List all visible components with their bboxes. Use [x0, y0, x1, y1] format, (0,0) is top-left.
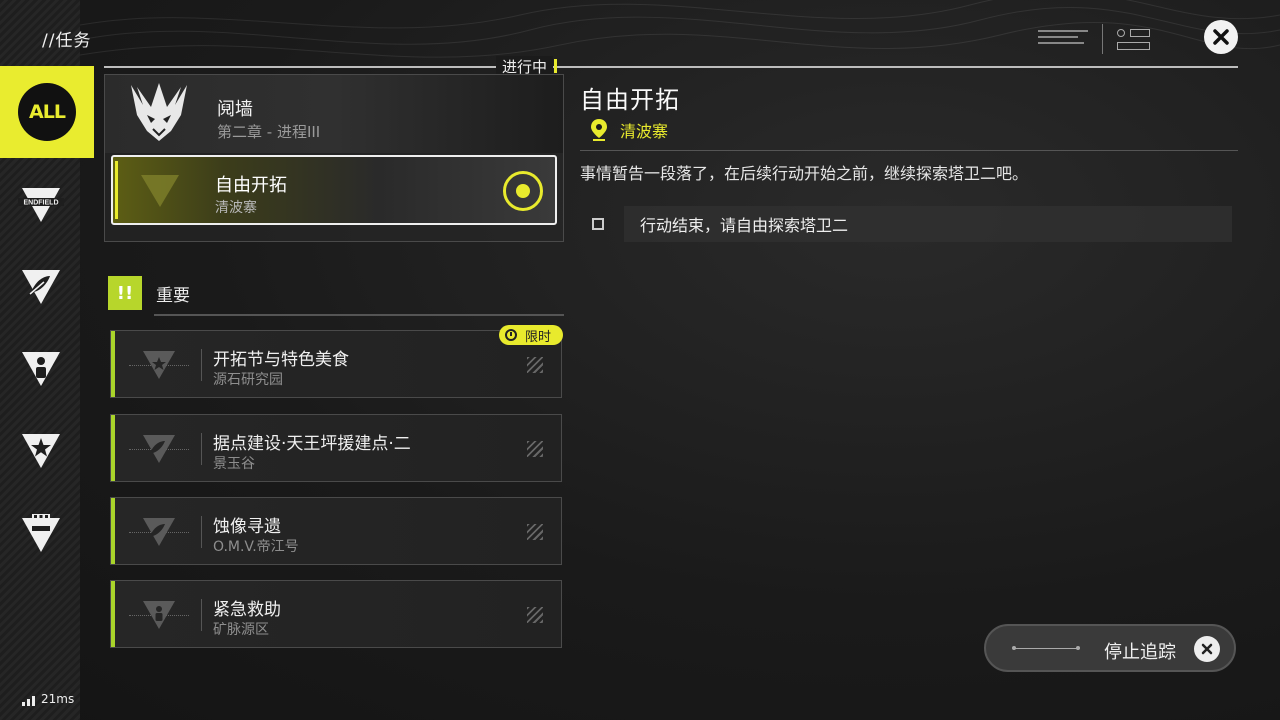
close-icon — [1194, 636, 1220, 662]
important-badge-icon: !! — [108, 276, 142, 310]
quest-title: 蚀像寻遗 — [213, 517, 281, 537]
detail-divider — [580, 150, 1238, 151]
objective-checkbox-icon — [592, 218, 604, 230]
all-icon: ALL — [18, 83, 76, 141]
divider — [201, 433, 202, 465]
nav-all[interactable]: ALL — [0, 66, 94, 158]
nav-endfield[interactable]: ENDFIELD — [18, 182, 64, 228]
quest-item[interactable]: 开拓节与特色美食 源石研究园 限时 — [110, 325, 563, 398]
objective-row: 行动结束，请自由探索塔卫二 — [592, 206, 1232, 242]
status-icons — [1117, 28, 1150, 50]
quest-location: O.M.V.帝江号 — [213, 539, 299, 555]
divider — [201, 516, 202, 548]
quest-location: 源石研究园 — [213, 372, 283, 388]
quest-item[interactable]: 蚀像寻遗 O.M.V.帝江号 — [110, 497, 562, 565]
quest-location: 矿脉源区 — [213, 622, 269, 638]
feather-icon — [22, 270, 60, 304]
system-indicators — [1038, 24, 1150, 54]
nav-featured[interactable] — [18, 428, 64, 474]
important-section-header: !! 重要 — [108, 276, 190, 310]
radar-icon — [1117, 28, 1125, 37]
divider — [1102, 24, 1103, 54]
quest-title: 据点建设·天王坪援建点·二 — [213, 434, 411, 454]
limited-time-label: 限时 — [524, 329, 551, 345]
chapter-emblem-icon — [131, 83, 187, 141]
detail-title: 自由开拓 — [580, 86, 680, 114]
quest-type-icon — [141, 175, 179, 207]
detail-location-label: 清波寨 — [620, 122, 669, 141]
quest-title: 开拓节与特色美食 — [213, 350, 349, 370]
divider — [201, 599, 202, 631]
chapter-subtitle: 第二章 - 进程III — [217, 123, 321, 141]
hatch-decoration — [527, 607, 543, 623]
limited-time-badge: 限时 — [498, 325, 563, 345]
category-sidebar: ALL ENDFIELD — [0, 0, 94, 720]
nav-construction[interactable] — [18, 510, 64, 556]
close-button[interactable] — [1204, 20, 1238, 54]
quest-type-icon — [143, 351, 175, 379]
quest-item[interactable]: 紧急救助 矿脉源区 — [110, 580, 562, 648]
important-label: 重要 — [156, 285, 190, 306]
clock-icon — [504, 329, 517, 341]
chapter-title: 阋墙 — [217, 99, 253, 120]
detail-location: 清波寨 — [590, 118, 668, 142]
quest-type-icon — [143, 435, 175, 463]
quest-type-icon — [143, 601, 175, 629]
person-icon — [22, 352, 60, 386]
active-quest-card[interactable]: 自由开拓 清波寨 — [111, 155, 557, 225]
stop-tracking-button[interactable]: 停止追踪 — [984, 624, 1236, 672]
header-divider — [104, 66, 1238, 68]
nav-character[interactable] — [18, 346, 64, 392]
section-divider — [154, 314, 564, 316]
nav-side-quests[interactable] — [18, 264, 64, 310]
page-title: //任务 — [42, 31, 92, 51]
stop-tracking-label: 停止追踪 — [1104, 642, 1176, 663]
svg-text:ENDFIELD: ENDFIELD — [24, 200, 59, 207]
hatch-decoration — [527, 357, 543, 373]
chapter-card[interactable]: 阋墙 第二章 - 进程III — [105, 75, 563, 153]
network-ping: 21ms — [22, 692, 74, 706]
signal-icon — [1117, 41, 1150, 50]
divider — [201, 349, 202, 381]
endfield-icon: ENDFIELD — [18, 188, 64, 222]
signal-bars-icon — [22, 696, 35, 706]
quest-item[interactable]: 据点建设·天王坪援建点·二 景玉谷 — [110, 414, 562, 482]
active-quest-location: 清波寨 — [215, 200, 257, 216]
quest-type-icon — [143, 518, 175, 546]
objective-text: 行动结束，请自由探索塔卫二 — [624, 206, 1232, 242]
star-icon — [22, 434, 60, 468]
ping-value: 21ms — [41, 692, 75, 706]
hatch-decoration — [527, 441, 543, 457]
battery-icon — [1130, 28, 1150, 37]
active-quest-title: 自由开拓 — [215, 175, 287, 196]
building-icon — [22, 514, 60, 552]
location-pin-icon — [591, 119, 607, 141]
quest-title: 紧急救助 — [213, 600, 281, 620]
quest-location: 景玉谷 — [213, 456, 255, 472]
hatch-decoration — [527, 524, 543, 540]
close-icon — [1213, 29, 1229, 45]
detail-description: 事情暂告一段落了，在后续行动开始之前，继续探索塔卫二吧。 — [580, 164, 1029, 183]
active-quest-group: 阋墙 第二章 - 进程III 自由开拓 清波寨 — [104, 74, 564, 242]
barcode-decoration — [1038, 30, 1088, 48]
tracking-icon[interactable] — [503, 171, 543, 211]
decorative-line — [1012, 646, 1080, 650]
